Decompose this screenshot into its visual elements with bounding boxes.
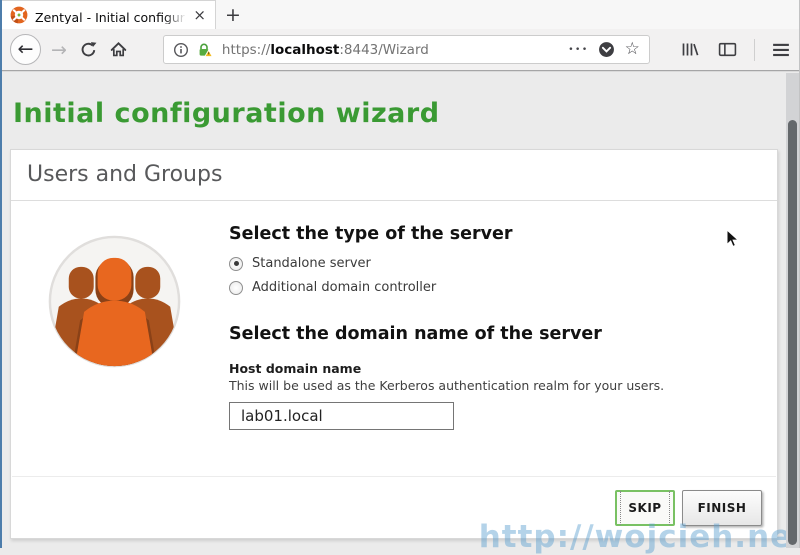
- new-tab-button[interactable]: +: [216, 0, 250, 29]
- url-text: https://localhost:8443/Wizard: [222, 42, 568, 58]
- mouse-cursor: [726, 229, 740, 248]
- menu-button[interactable]: [772, 42, 790, 58]
- reload-icon: [80, 41, 97, 58]
- server-type-heading: Select the type of the server: [229, 224, 719, 245]
- home-icon: [110, 41, 127, 58]
- page-scrollbar[interactable]: [786, 73, 799, 548]
- tab-title: Zentyal - Initial configura: [35, 10, 190, 24]
- radio-additional-domain-controller[interactable]: Additional domain controller: [229, 280, 719, 295]
- host-domain-input[interactable]: [229, 402, 454, 430]
- radio-standalone-label: Standalone server: [252, 256, 371, 271]
- radio-additional-label: Additional domain controller: [252, 280, 436, 295]
- radio-additional-input[interactable]: [229, 281, 243, 295]
- library-icon[interactable]: [681, 41, 701, 58]
- site-info-icon[interactable]: [173, 42, 189, 58]
- page-content: Initial configuration wizard Users and G…: [0, 72, 800, 548]
- domain-name-heading: Select the domain name of the server: [229, 324, 719, 345]
- forward-button[interactable]: →: [51, 39, 67, 61]
- page-actions-icon[interactable]: •••: [568, 45, 588, 55]
- page-title: Initial configuration wizard: [13, 98, 440, 129]
- radio-standalone-server[interactable]: Standalone server: [229, 256, 719, 271]
- sidebar-toggle-icon[interactable]: [718, 41, 737, 58]
- zentyal-favicon-icon: [10, 6, 28, 24]
- wizard-form: Select the type of the server Standalone…: [229, 224, 719, 430]
- wizard-panel: Users and Groups Select the type of the …: [10, 149, 778, 539]
- panel-title: Users and Groups: [11, 150, 777, 201]
- browser-tab[interactable]: Zentyal - Initial configura ×: [0, 0, 216, 29]
- host-domain-label: Host domain name: [229, 361, 719, 376]
- tab-close-icon[interactable]: ×: [190, 8, 209, 23]
- forward-arrow-icon: →: [51, 39, 67, 61]
- pocket-icon[interactable]: [598, 41, 615, 58]
- lock-warning-icon[interactable]: [196, 42, 214, 58]
- home-button[interactable]: [110, 41, 127, 58]
- back-arrow-icon: ←: [18, 40, 34, 59]
- bookmark-star-icon[interactable]: ☆: [625, 41, 640, 58]
- button-separator: [12, 476, 776, 477]
- reload-button[interactable]: [80, 41, 97, 58]
- back-button[interactable]: ←: [10, 34, 41, 65]
- url-bar[interactable]: https://localhost:8443/Wizard ••• ☆: [163, 35, 650, 64]
- tab-bar: Zentyal - Initial configura × +: [0, 0, 800, 29]
- host-domain-help: This will be used as the Kerberos authen…: [229, 378, 719, 393]
- navigation-toolbar: ← → https://localho: [0, 29, 800, 71]
- users-group-icon: [46, 233, 183, 370]
- scrollbar-thumb[interactable]: [788, 120, 797, 545]
- watermark: http://wojcieh.net: [479, 519, 800, 555]
- radio-standalone-input[interactable]: [229, 257, 243, 271]
- toolbar-separator: [754, 39, 755, 61]
- window-border: [0, 0, 2, 548]
